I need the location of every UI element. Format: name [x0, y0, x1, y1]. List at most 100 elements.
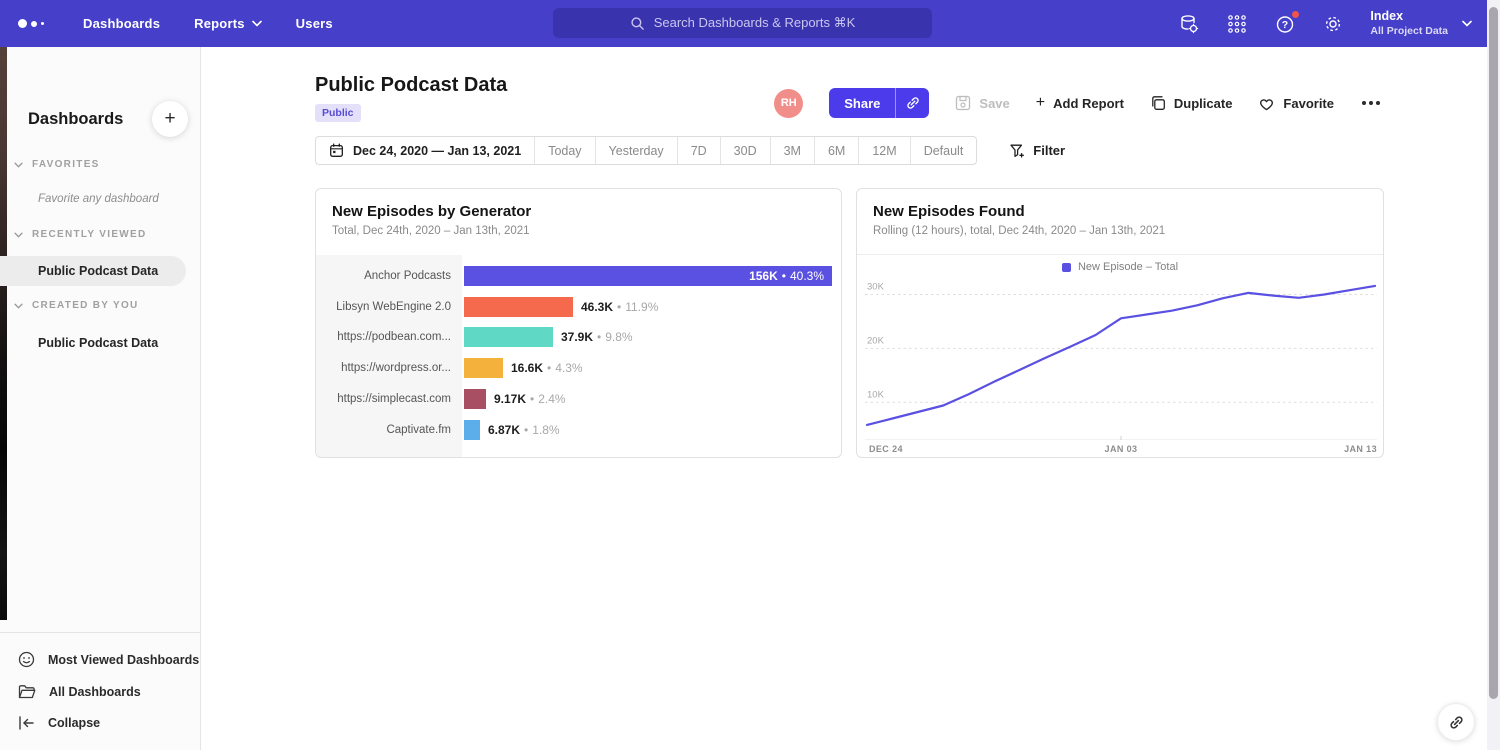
duplicate-icon: [1150, 95, 1166, 111]
bar-chart-plot: Anchor Podcasts156K•40.3%Libsyn WebEngin…: [316, 255, 841, 457]
avatar-initials: RH: [781, 97, 797, 109]
add-report-button[interactable]: + Add Report: [1036, 94, 1124, 112]
bar[interactable]: [464, 389, 486, 409]
most-viewed-dashboards-button[interactable]: Most Viewed Dashboards: [0, 643, 200, 676]
date-preset-30d[interactable]: 30D: [721, 137, 771, 164]
line-chart-plot: 10K20K30K: [865, 273, 1377, 440]
apps-grid-icon[interactable]: [1226, 13, 1248, 35]
bar-value-label: 37.9K•9.8%: [561, 327, 633, 347]
collapse-sidebar-button[interactable]: Collapse: [0, 708, 200, 738]
save-button[interactable]: Save: [955, 95, 1009, 111]
all-dashboards-button[interactable]: All Dashboards: [0, 676, 200, 708]
chart-legend[interactable]: New Episode – Total: [857, 261, 1383, 273]
bar-row[interactable]: https://wordpress.or...16.6K•4.3%: [316, 353, 841, 383]
search-input[interactable]: Search Dashboards & Reports ⌘K: [553, 8, 932, 38]
project-switcher[interactable]: Index All Project Data: [1370, 9, 1472, 38]
sidebar-title: Dashboards: [28, 110, 123, 129]
y-tick-label: 20K: [867, 335, 885, 346]
date-preset-today[interactable]: Today: [535, 137, 595, 164]
nav-label: Users: [296, 16, 333, 31]
bar[interactable]: [464, 420, 480, 440]
more-options-button[interactable]: [1360, 97, 1382, 109]
x-axis-labels: DEC 24JAN 03JAN 13: [865, 444, 1377, 456]
link-icon: [1448, 714, 1465, 731]
visibility-badge: Public: [315, 104, 361, 122]
app-logo-icon[interactable]: [18, 19, 58, 28]
date-range-picker[interactable]: Dec 24, 2020 — Jan 13, 2021: [316, 137, 535, 164]
bar-row[interactable]: Captivate.fm6.87K•1.8%: [316, 415, 841, 445]
section-created-by-you[interactable]: CREATED BY YOU: [14, 300, 139, 311]
bar-track: 9.17K•2.4%: [464, 389, 841, 409]
footer-item-label: All Dashboards: [49, 685, 141, 699]
favorites-empty-hint: Favorite any dashboard: [38, 193, 159, 205]
nav-item-dashboards[interactable]: Dashboards: [66, 0, 177, 47]
date-preset-default[interactable]: Default: [911, 137, 977, 164]
bar[interactable]: [464, 297, 573, 317]
chevron-down-icon: [14, 232, 23, 238]
smiley-icon: [18, 651, 35, 668]
bar-category-label: Libsyn WebEngine 2.0: [316, 301, 462, 313]
date-preset-yesterday[interactable]: Yesterday: [596, 137, 678, 164]
favorite-button[interactable]: Favorite: [1258, 96, 1334, 111]
bar-value-label: 46.3K•11.9%: [581, 297, 658, 317]
main-nav: Dashboards Reports Users: [66, 0, 350, 47]
x-tick-label: JAN 03: [1105, 444, 1138, 454]
settings-gear-icon[interactable]: [1322, 13, 1344, 35]
data-line[interactable]: [867, 286, 1375, 425]
date-preset-6m[interactable]: 6M: [815, 137, 859, 164]
share-split-button: Share: [829, 88, 929, 118]
bar-row[interactable]: Anchor Podcasts156K•40.3%: [316, 261, 841, 291]
save-label: Save: [979, 96, 1009, 111]
share-button[interactable]: Share: [829, 88, 895, 118]
bar-row[interactable]: https://simplecast.com9.17K•2.4%: [316, 384, 841, 414]
section-recently-viewed[interactable]: RECENTLY VIEWED: [14, 229, 147, 240]
filter-funnel-icon: [1009, 143, 1025, 159]
plus-icon: +: [164, 108, 175, 130]
bar-chart-title[interactable]: New Episodes by Generator: [332, 203, 825, 220]
filter-button[interactable]: Filter: [1009, 143, 1065, 159]
bar-row[interactable]: https://podbean.com...37.9K•9.8%: [316, 322, 841, 352]
duplicate-button[interactable]: Duplicate: [1150, 95, 1233, 111]
line-chart-title[interactable]: New Episodes Found: [873, 203, 1367, 220]
scrollbar-thumb[interactable]: [1489, 7, 1498, 699]
bar-value-label: 6.87K•1.8%: [488, 420, 560, 440]
bar-chart-subtitle: Total, Dec 24th, 2020 – Jan 13th, 2021: [332, 225, 825, 237]
date-preset-7d[interactable]: 7D: [678, 137, 721, 164]
date-range-label: Dec 24, 2020 — Jan 13, 2021: [353, 144, 521, 158]
bar-row[interactable]: Libsyn WebEngine 2.0 46.3K•11.9%: [316, 292, 841, 322]
help-icon[interactable]: ?: [1274, 13, 1296, 35]
bar-track: 156K•40.3%: [464, 266, 841, 286]
footer-item-label: Collapse: [48, 716, 100, 730]
collapse-icon: [18, 716, 35, 730]
chevron-down-icon: [14, 303, 23, 309]
folder-icon: [18, 684, 36, 700]
bar-track: 46.3K•11.9%: [464, 297, 841, 317]
line-chart-header: New Episodes Found Rolling (12 hours), t…: [857, 189, 1383, 255]
copy-share-link-button[interactable]: [895, 88, 929, 118]
date-preset-12m[interactable]: 12M: [859, 137, 910, 164]
filter-label: Filter: [1033, 143, 1065, 158]
sidebar-item-label: Public Podcast Data: [38, 264, 158, 278]
bar[interactable]: [464, 358, 503, 378]
sidebar-item-public-podcast-data[interactable]: Public Podcast Data: [0, 256, 186, 286]
navbar-right: ? Index All Project Data: [1178, 0, 1472, 47]
save-icon: [955, 95, 971, 111]
project-name: Index: [1370, 9, 1448, 25]
data-sources-icon[interactable]: [1178, 13, 1200, 35]
section-favorites[interactable]: FAVORITES: [14, 159, 100, 170]
toolbar: Dec 24, 2020 — Jan 13, 2021 TodayYesterd…: [315, 136, 1065, 165]
date-preset-3m[interactable]: 3M: [771, 137, 815, 164]
add-dashboard-button[interactable]: +: [152, 101, 188, 137]
sidebar-item-public-podcast-data-created[interactable]: Public Podcast Data: [0, 328, 186, 358]
bar[interactable]: [464, 327, 553, 347]
nav-item-reports[interactable]: Reports: [177, 0, 279, 47]
svg-text:?: ?: [1282, 19, 1288, 31]
nav-item-users[interactable]: Users: [279, 0, 350, 47]
y-tick-label: 30K: [867, 282, 885, 293]
bar-category-label: https://wordpress.or...: [316, 362, 462, 374]
avatar[interactable]: RH: [774, 89, 803, 118]
section-label: FAVORITES: [32, 159, 100, 170]
sidebar: Dashboards + FAVORITES Favorite any dash…: [0, 47, 201, 750]
page-scrollbar[interactable]: [1487, 0, 1500, 750]
floating-share-link-button[interactable]: [1437, 703, 1475, 741]
